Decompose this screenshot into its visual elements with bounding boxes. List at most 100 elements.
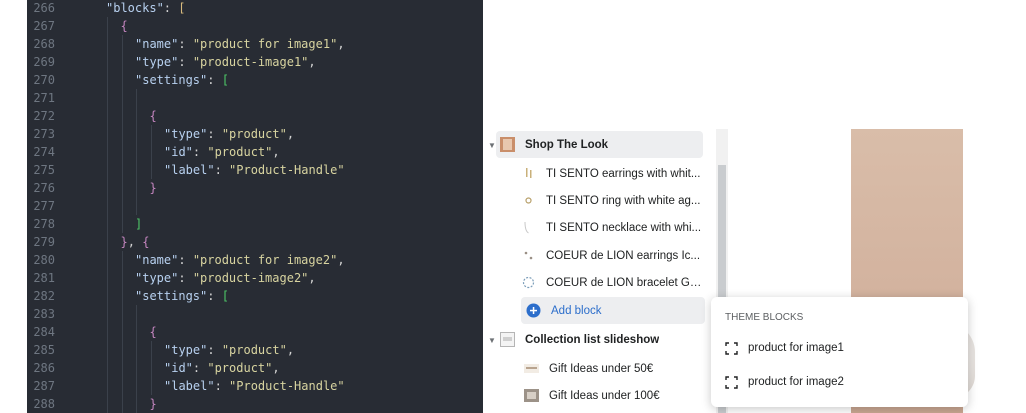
indent-guide xyxy=(150,377,152,395)
line-number: 274 xyxy=(33,145,55,159)
code-line[interactable]: 279}, { xyxy=(27,233,483,251)
code-line[interactable]: 272 { xyxy=(27,107,483,125)
indent-guide xyxy=(107,377,108,395)
caret-down-icon[interactable]: ▼ xyxy=(488,336,496,345)
block-item[interactable]: TI SENTO ring with white ag... xyxy=(521,187,705,214)
code-token: "type" xyxy=(135,55,179,69)
theme-block-option-image1[interactable]: product for image1 xyxy=(725,337,844,359)
code-token: : xyxy=(207,127,222,141)
code-text: "blocks": [ xyxy=(106,0,185,17)
code-token: "product for image2" xyxy=(192,253,338,267)
code-token: "id" xyxy=(164,145,193,159)
indent-guide xyxy=(136,341,137,359)
block-item[interactable]: TI SENTO necklace with whi... xyxy=(521,214,705,241)
code-token: : xyxy=(178,253,193,267)
code-line[interactable]: 288} xyxy=(27,395,483,413)
code-token: : xyxy=(207,289,222,303)
indent-guide xyxy=(107,107,108,125)
indent-guide xyxy=(150,125,152,143)
code-token: "product" xyxy=(207,361,273,375)
code-token: : xyxy=(178,271,193,285)
code-token: : xyxy=(214,163,230,177)
indent-guide xyxy=(121,197,123,215)
code-line[interactable]: 274 "id": "product", xyxy=(27,143,483,161)
line-number: 286 xyxy=(33,361,55,375)
indent-guide xyxy=(121,377,123,395)
code-line[interactable]: 284 { xyxy=(27,323,483,341)
code-line[interactable]: 277 xyxy=(27,197,483,215)
indent-guide xyxy=(107,251,108,269)
code-token: : xyxy=(192,361,208,375)
indent-guide xyxy=(121,287,123,305)
code-line[interactable]: 283 xyxy=(27,305,483,323)
code-token: "product for image1" xyxy=(192,37,338,51)
code-editor[interactable]: 266 "blocks": [267{268 "name": "product fo… xyxy=(27,0,483,413)
code-line[interactable]: 278] xyxy=(27,215,483,233)
code-token: "name" xyxy=(135,37,179,51)
code-token: : xyxy=(207,73,222,87)
code-text: ] xyxy=(135,215,142,233)
caret-down-icon[interactable]: ▼ xyxy=(488,141,496,150)
code-token: } xyxy=(120,235,128,249)
code-line[interactable]: 275 "label": "Product-Handle" xyxy=(27,161,483,179)
code-line[interactable]: 270 "settings": [ xyxy=(27,71,483,89)
section-shop-the-look[interactable]: Shop The Look xyxy=(496,131,703,158)
code-token: : xyxy=(207,343,222,357)
code-token: "settings" xyxy=(135,289,208,303)
shop-the-look-thumbnail xyxy=(500,137,515,152)
code-text: "id": "product", xyxy=(164,359,280,377)
code-token: : xyxy=(192,145,208,159)
block-item[interactable]: Gift Ideas under 50€ xyxy=(524,355,708,382)
indent-guide xyxy=(121,53,123,71)
code-line[interactable]: 281 "type": "product-image2", xyxy=(27,269,483,287)
block-item[interactable]: TI SENTO earrings with whit... xyxy=(521,160,705,187)
indent-guide xyxy=(150,161,152,179)
code-line[interactable]: 266 "blocks": [ xyxy=(27,0,483,17)
section-collection-list-slideshow[interactable]: Collection list slideshow xyxy=(500,326,707,353)
block-item[interactable]: COEUR de LION earrings Ic... xyxy=(521,242,705,269)
code-token: "type" xyxy=(135,271,179,285)
collection-list-thumbnail xyxy=(500,332,515,347)
code-line[interactable]: 273 "type": "product", xyxy=(27,125,483,143)
indent-guide xyxy=(107,359,108,377)
code-line[interactable]: 280 "name": "product for image2", xyxy=(27,251,483,269)
theme-block-option-image2[interactable]: product for image2 xyxy=(725,371,844,393)
code-line[interactable]: 271 xyxy=(27,89,483,107)
code-token: [ xyxy=(221,289,229,303)
code-token: , xyxy=(308,55,316,69)
code-line[interactable]: 268 "name": "product for image1", xyxy=(27,35,483,53)
indent-guide xyxy=(150,359,152,377)
popover-heading: THEME BLOCKS xyxy=(725,312,804,323)
indent-guide xyxy=(121,35,123,53)
code-line[interactable]: 267 { xyxy=(27,17,483,35)
line-number: 287 xyxy=(33,379,55,393)
code-token: "product" xyxy=(221,343,287,357)
code-line[interactable]: 286 "id": "product", xyxy=(27,359,483,377)
code-line[interactable]: 269 "type": "product-image1", xyxy=(27,53,483,71)
code-line[interactable]: 285 "type": "product", xyxy=(27,341,483,359)
add-block-button[interactable]: Add block xyxy=(521,297,705,324)
code-text: "name": "product for image2", xyxy=(135,251,345,269)
indent-guide xyxy=(136,161,137,179)
indent-guide xyxy=(121,395,123,413)
code-token: , xyxy=(308,271,316,285)
code-text: "name": "product for image1", xyxy=(135,35,345,53)
block-item[interactable]: Gift Ideas under 100€ xyxy=(524,382,708,409)
indent-guide xyxy=(136,143,137,161)
bracelet-thumbnail xyxy=(521,275,536,290)
indent-guide xyxy=(107,71,108,89)
code-token: "product" xyxy=(221,127,287,141)
code-line[interactable]: 276} xyxy=(27,179,483,197)
line-number: 275 xyxy=(33,163,55,177)
indent-guide xyxy=(121,71,123,89)
indent-guide xyxy=(136,305,137,323)
code-token: "product" xyxy=(207,145,273,159)
block-item[interactable]: COEUR de LION bracelet Ge... xyxy=(521,269,705,296)
line-number: 273 xyxy=(33,127,55,141)
code-line[interactable]: 282 "settings": [ xyxy=(27,287,483,305)
indent-guide xyxy=(107,89,108,107)
line-number: 277 xyxy=(33,199,55,213)
code-line[interactable]: 287 "label": "Product-Handle" xyxy=(27,377,483,395)
indent-guide xyxy=(107,179,108,197)
indent-guide xyxy=(107,233,108,251)
